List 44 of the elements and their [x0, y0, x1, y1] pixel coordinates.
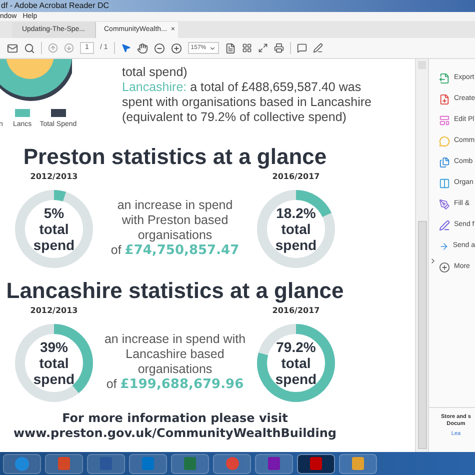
pointer-icon[interactable] [120, 43, 131, 53]
mail-icon[interactable] [7, 42, 18, 54]
pie-chart-drawing [0, 59, 72, 104]
combine-icon [439, 156, 450, 168]
donut-label: 18.2% total spend [275, 205, 317, 253]
body-text: an increase in spend with Lancashire based organisations of £199,688,679.96 [104, 332, 246, 392]
zoom-in-icon[interactable] [170, 42, 182, 54]
edit-icon [439, 114, 450, 126]
sign-icon [439, 220, 450, 230]
donut-label: 79.2% total spend [275, 339, 317, 387]
body-text: Lancashire: a total of £488,659,587.40 was spent with organisations based in Lancashire (equivalent to 79.2% of collective spend) [122, 80, 372, 125]
page-view-icon[interactable] [242, 43, 252, 53]
year-label: 2012/2013 [30, 171, 78, 183]
printer-icon[interactable] [274, 43, 284, 53]
donut-label: 5% total spend [33, 205, 75, 253]
zoom-out-icon[interactable] [154, 42, 165, 54]
taskbar-app[interactable] [297, 454, 335, 474]
body-text: total spend) [122, 65, 188, 80]
year-label: 2016/2017 [272, 171, 320, 183]
comment-icon [439, 136, 450, 146]
export-icon [439, 72, 450, 84]
send-icon [439, 240, 449, 252]
page-fit-icon[interactable] [225, 42, 236, 54]
year-label: 2012/2013 [30, 305, 78, 317]
organize-icon [439, 178, 450, 188]
create-icon [439, 94, 450, 104]
section-heading: Lancashire statistics at a glance [6, 279, 344, 303]
comment-icon[interactable] [297, 43, 308, 53]
scrollbar[interactable] [415, 59, 428, 452]
search-icon[interactable] [24, 42, 35, 54]
website-address: www.preston.gov.uk/CommunityWealthBuilding [13, 426, 337, 441]
body-text: an increase in spend with Preston based organisations of £74,750,857.47 [110, 198, 240, 258]
plus-icon [439, 262, 450, 272]
pen-icon[interactable] [313, 43, 324, 53]
hand-icon[interactable] [136, 42, 148, 54]
footer-text: For more information please visit [62, 411, 288, 426]
year-label: 2016/2017 [272, 305, 320, 317]
caret-icon [209, 44, 216, 52]
donut-label: 39% total spend [33, 339, 75, 387]
fill-icon [439, 198, 450, 210]
fullscreen-icon[interactable] [258, 43, 268, 53]
collapse-panel-icon[interactable] [429, 257, 437, 265]
section-heading: Preston statistics at a glance [23, 145, 327, 169]
title-bar: df - Adobe Acrobat Reader DC [0, 0, 475, 12]
